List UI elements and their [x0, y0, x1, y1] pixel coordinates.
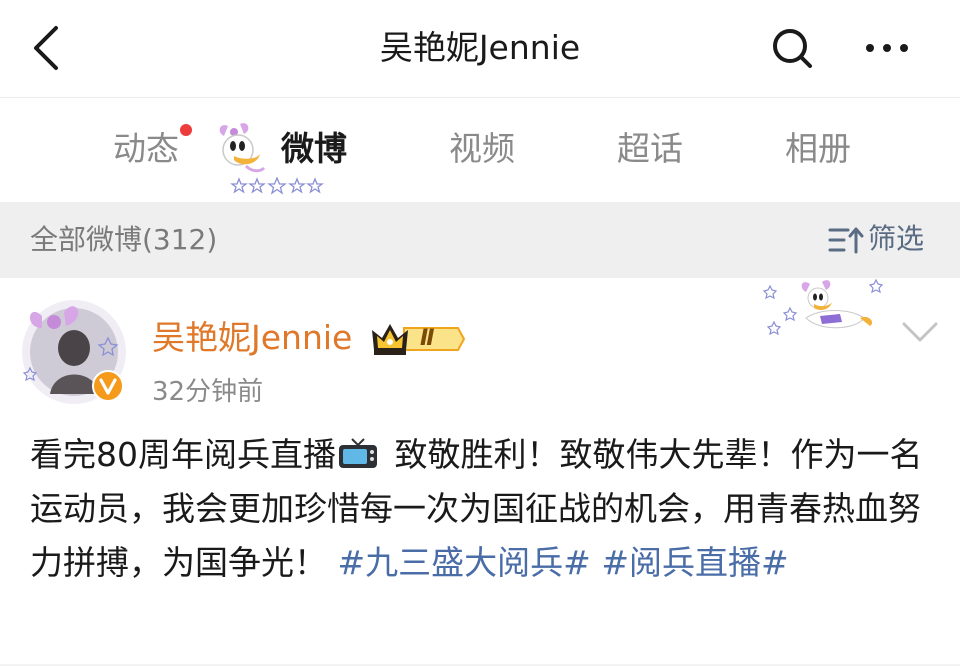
tab-supertopic[interactable]: 超话 — [610, 126, 690, 172]
divider — [0, 664, 960, 666]
decorative-stars-icon — [230, 177, 324, 195]
vip-level: Ⅱ — [420, 326, 435, 351]
daisy-duck-icon — [219, 123, 266, 173]
filter-bar: 全部微博(312) 筛选 — [0, 202, 960, 278]
crown-icon — [372, 324, 466, 355]
search-button[interactable] — [770, 26, 814, 70]
post-content: 看完80周年阅兵直播 致敬胜利！致敬伟大先辈！作为一名运动员，我会更加珍惜每一次… — [30, 428, 940, 590]
post-text-part-1: 看完80周年阅兵直播 — [30, 435, 336, 474]
more-dots-icon — [866, 44, 908, 52]
sort-filter-icon — [828, 227, 864, 254]
filter-button[interactable]: 筛选 — [828, 216, 936, 262]
search-icon — [773, 29, 812, 68]
tab-video[interactable]: 视频 — [442, 126, 522, 172]
author-name[interactable]: 吴艳妮Jennie — [152, 316, 352, 360]
verified-badge-icon — [92, 370, 124, 402]
hashtag-link-1[interactable]: #九三盛大阅兵# — [338, 543, 591, 582]
notification-dot — [180, 124, 192, 136]
tv-emoji-icon — [339, 438, 377, 468]
daisy-duck-sticker-icon — [762, 278, 884, 336]
weibo-post: 吴艳妮Jennie Ⅱ 32分钟前 看完80周年阅兵直播 致敬胜利！致敬伟大先辈… — [0, 278, 960, 668]
tab-dynamic[interactable]: 动态 — [106, 126, 186, 172]
post-count-label: 全部微博(312) — [30, 223, 218, 256]
tab-album[interactable]: 相册 — [778, 126, 858, 172]
page-title: 吴艳妮Jennie — [379, 28, 581, 67]
post-menu-button[interactable] — [898, 316, 942, 350]
vip-crown-badge[interactable]: Ⅱ — [370, 318, 466, 360]
top-bar: 吴艳妮Jennie — [0, 0, 960, 98]
hashtag-link-2[interactable]: #阅兵直播# — [601, 543, 788, 582]
tab-weibo[interactable]: 微博 — [274, 126, 354, 172]
chevron-down-icon — [902, 322, 938, 342]
post-time: 32分钟前 — [152, 377, 264, 407]
profile-tabs: 动态 微博 视频 超话 相册 — [0, 98, 960, 202]
filter-label: 筛选 — [868, 222, 925, 255]
more-button[interactable] — [862, 30, 912, 66]
back-button[interactable] — [28, 22, 68, 74]
back-arrow-icon — [34, 26, 58, 70]
